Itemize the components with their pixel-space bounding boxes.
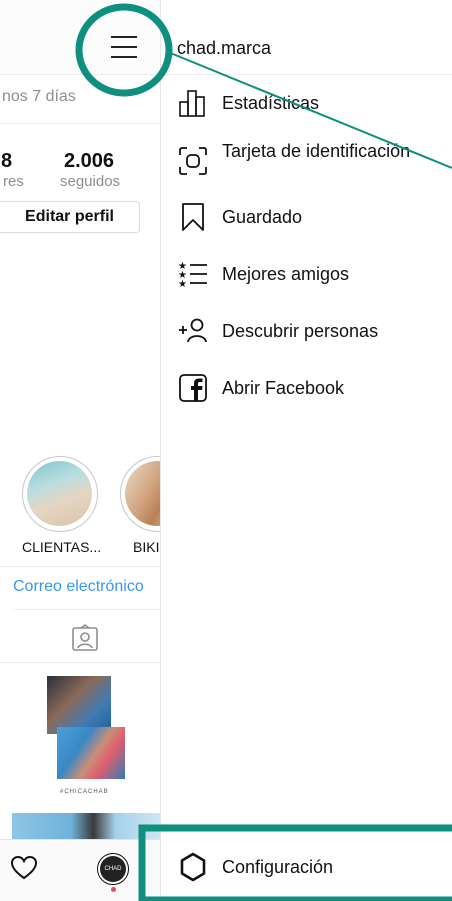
annotation-pointer-line — [167, 51, 452, 169]
annotation-overlay — [75, 3, 452, 901]
annotation-box — [138, 824, 452, 901]
annotation-circle — [75, 3, 173, 97]
